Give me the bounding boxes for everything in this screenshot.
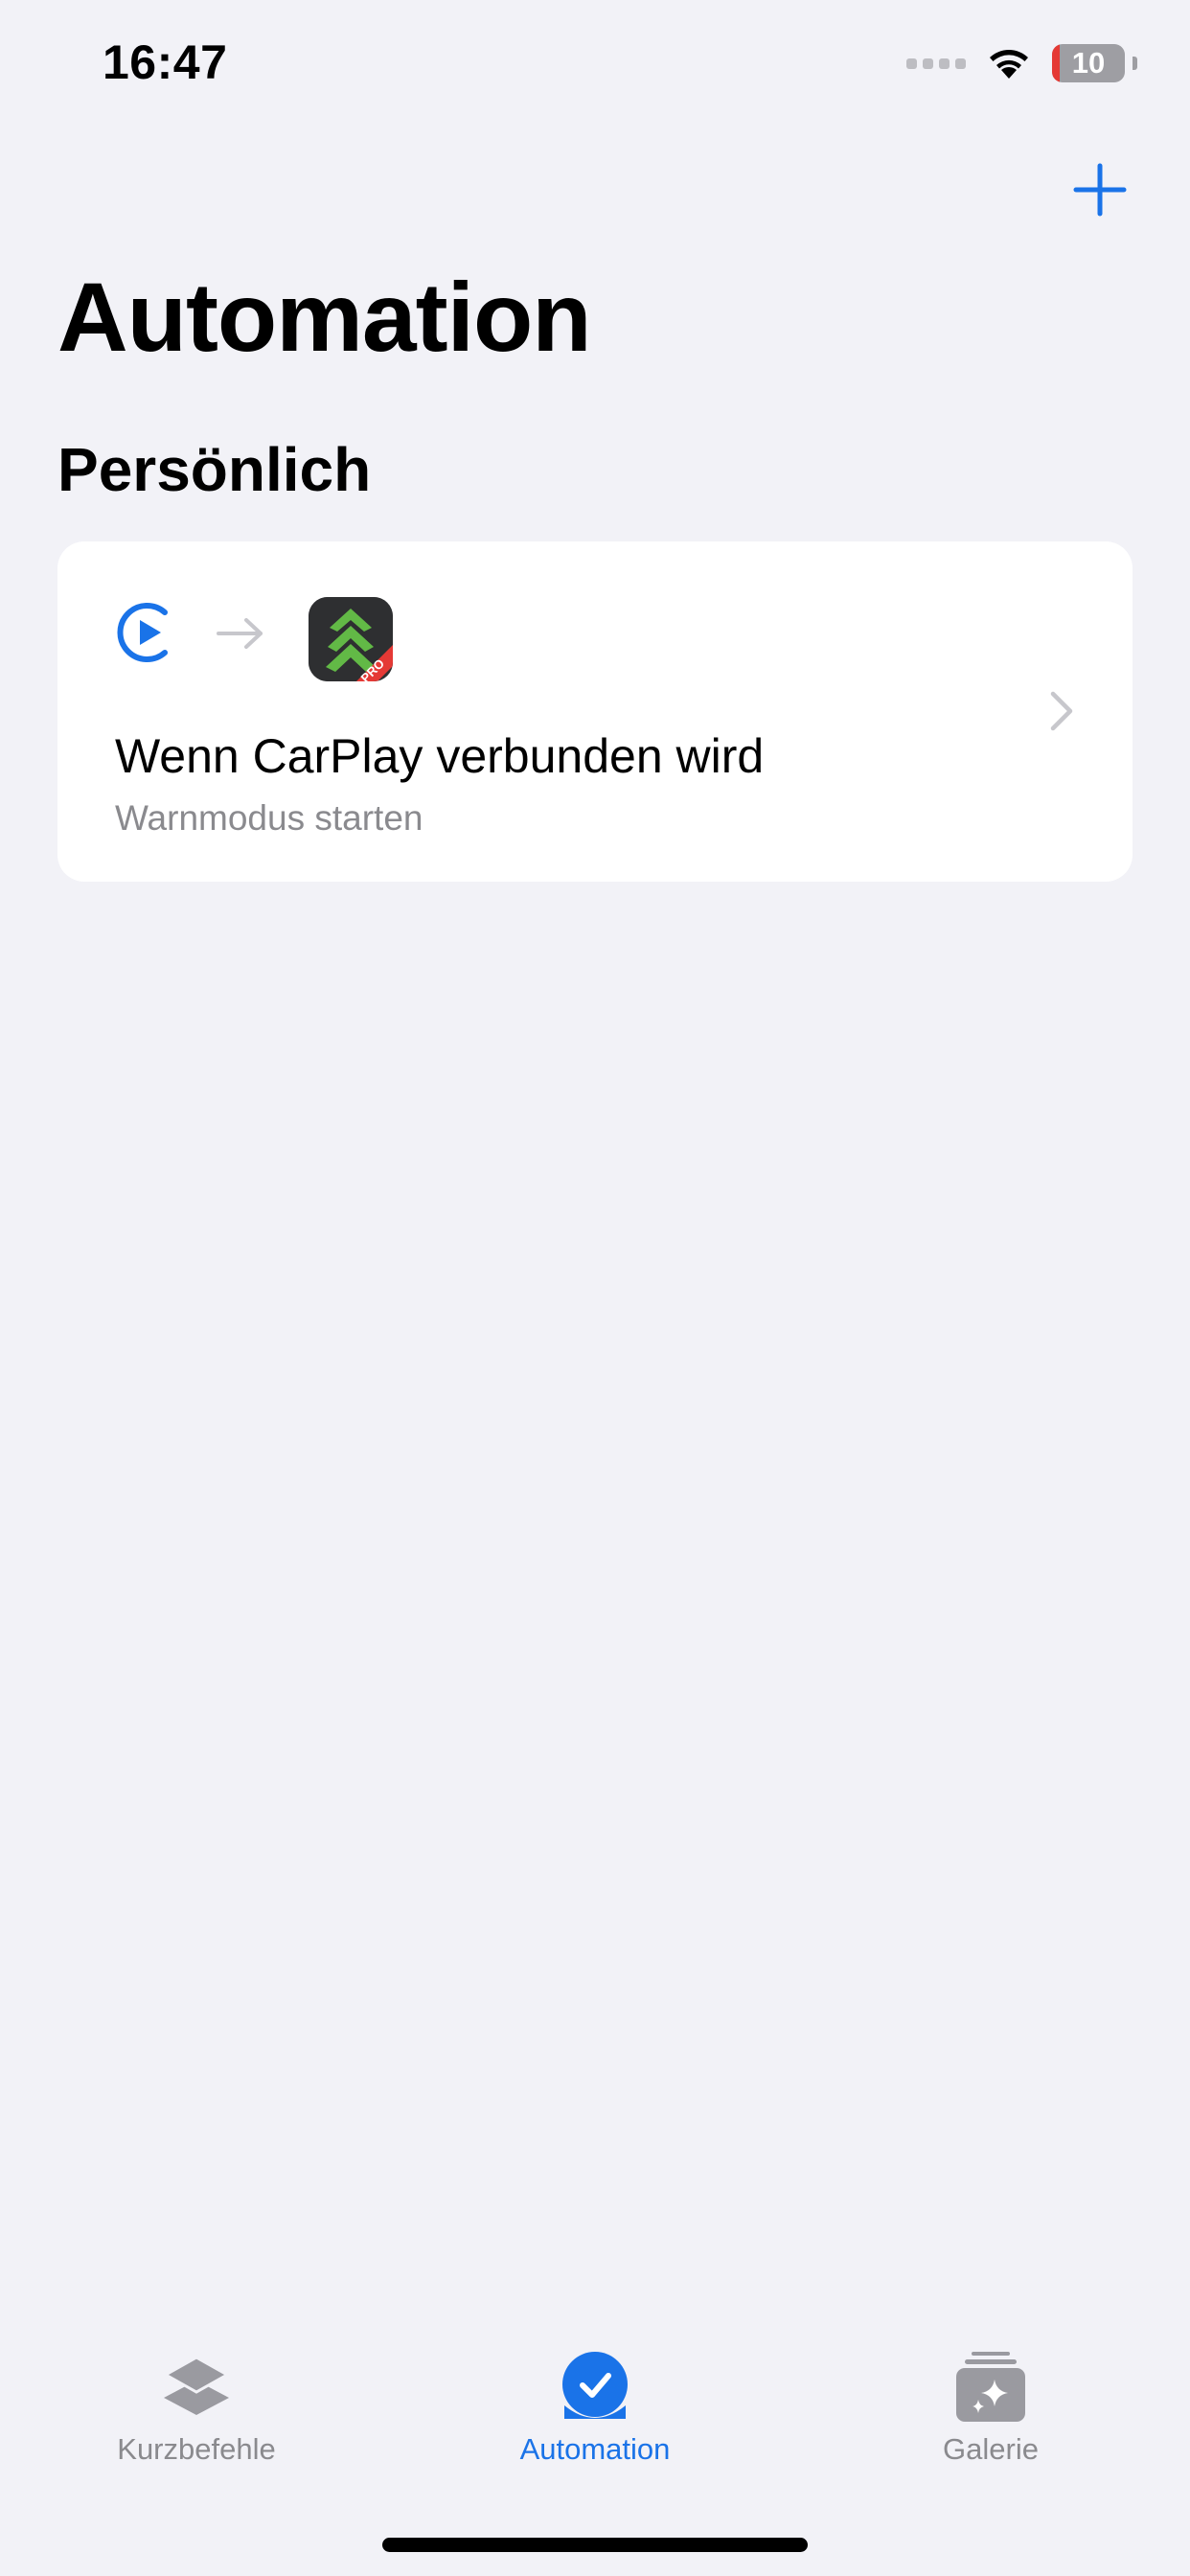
home-indicator [382, 2538, 808, 2552]
tab-label: Galerie [943, 2432, 1039, 2466]
carplay-play-icon [117, 603, 168, 662]
tab-label: Automation [519, 2432, 671, 2466]
blitzer-pro-app-icon: PRO [309, 597, 393, 681]
wifi-icon [987, 47, 1031, 80]
chevron-right-icon [1050, 691, 1073, 731]
add-automation-button[interactable] [1071, 161, 1129, 218]
gallery-sparkle-icon [956, 2352, 1025, 2422]
tab-galerie[interactable]: Galerie [866, 2348, 1115, 2472]
automation-screen: 16:47 10 Automation Persönlich PRO Wenn … [0, 0, 1190, 2576]
status-icons: 10 [906, 42, 1137, 84]
cellular-signal-icon [906, 58, 966, 69]
automation-card[interactable]: PRO Wenn CarPlay verbunden wird Warnmodu… [57, 541, 1133, 882]
battery-icon: 10 [1052, 44, 1137, 82]
tab-bar: Kurzbefehle Automation Galerie [0, 2338, 1190, 2472]
tab-automation[interactable]: Automation [470, 2348, 720, 2472]
section-title: Persönlich [57, 435, 372, 504]
automation-subtitle: Warnmodus starten [115, 798, 423, 838]
tab-label: Kurzbefehle [117, 2432, 276, 2466]
layers-icon [162, 2356, 231, 2415]
page-title: Automation [57, 263, 592, 372]
arrow-right-icon [217, 618, 263, 649]
battery-percent: 10 [1071, 46, 1106, 80]
tab-kurzbefehle[interactable]: Kurzbefehle [72, 2348, 321, 2472]
automation-title: Wenn CarPlay verbunden wird [115, 729, 765, 783]
clock-check-icon [562, 2352, 628, 2419]
plus-icon [1073, 163, 1127, 217]
status-time: 16:47 [103, 35, 228, 89]
